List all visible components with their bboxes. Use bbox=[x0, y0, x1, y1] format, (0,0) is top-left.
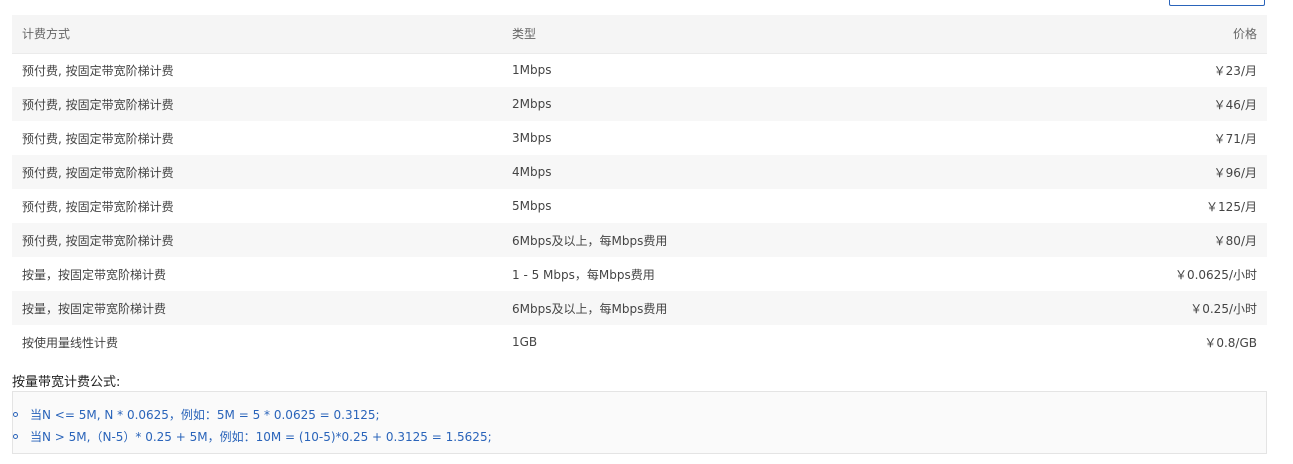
cell-method: 预付费, 按固定带宽阶梯计费 bbox=[22, 97, 174, 112]
cell-price: ￥46/月 bbox=[1213, 97, 1257, 112]
table-header-row: 计费方式 类型 价格 bbox=[12, 15, 1267, 54]
column-header-method: 计费方式 bbox=[12, 15, 502, 54]
table-row: 预付费, 按固定带宽阶梯计费 2Mbps ￥46/月 bbox=[12, 87, 1267, 121]
cell-price: ￥0.0625/小时 bbox=[1174, 267, 1257, 282]
cell-method: 预付费, 按固定带宽阶梯计费 bbox=[22, 131, 174, 146]
cell-type: 3Mbps bbox=[512, 131, 552, 145]
cell-price: ￥23/月 bbox=[1213, 63, 1257, 78]
table-row: 预付费, 按固定带宽阶梯计费 3Mbps ￥71/月 bbox=[12, 121, 1267, 155]
pricing-table: 计费方式 类型 价格 预付费, 按固定带宽阶梯计费 1Mbps ￥23/月 预付… bbox=[12, 15, 1267, 359]
bullet-circle-icon bbox=[13, 433, 18, 439]
cell-method: 按量，按固定带宽阶梯计费 bbox=[22, 267, 167, 282]
formula-title: 按量带宽计费公式: bbox=[12, 375, 121, 390]
cell-type: 6Mbps及以上，每Mbps费用 bbox=[512, 301, 668, 316]
cell-method: 按使用量线性计费 bbox=[22, 335, 119, 350]
column-header-price: 价格 bbox=[1062, 15, 1267, 54]
cell-type: 6Mbps及以上，每Mbps费用 bbox=[512, 233, 668, 248]
bullet-circle-icon bbox=[13, 411, 18, 417]
table-row: 按量，按固定带宽阶梯计费 6Mbps及以上，每Mbps费用 ￥0.25/小时 bbox=[12, 291, 1267, 325]
cell-price: ￥125/月 bbox=[1206, 199, 1257, 214]
table-row: 预付费, 按固定带宽阶梯计费 1Mbps ￥23/月 bbox=[12, 53, 1267, 87]
cell-price: ￥80/月 bbox=[1213, 233, 1257, 248]
formula-text: 当N <= 5M, N * 0.0625，例如：5M = 5 * 0.0625 … bbox=[30, 407, 380, 422]
formula-item: 当N <= 5M, N * 0.0625，例如：5M = 5 * 0.0625 … bbox=[13, 403, 492, 425]
cell-price: ￥0.8/GB bbox=[1204, 335, 1257, 350]
cell-price: ￥71/月 bbox=[1213, 131, 1257, 146]
table-row: 按使用量线性计费 1GB ￥0.8/GB bbox=[12, 325, 1267, 359]
cell-method: 预付费, 按固定带宽阶梯计费 bbox=[22, 63, 174, 78]
cell-method: 预付费, 按固定带宽阶梯计费 bbox=[22, 165, 174, 180]
cell-method: 预付费, 按固定带宽阶梯计费 bbox=[22, 233, 174, 248]
cell-method: 预付费, 按固定带宽阶梯计费 bbox=[22, 199, 174, 214]
cell-type: 1 - 5 Mbps，每Mbps费用 bbox=[512, 267, 655, 282]
table-row: 按量，按固定带宽阶梯计费 1 - 5 Mbps，每Mbps费用 ￥0.0625/… bbox=[12, 257, 1267, 291]
formula-item: 当N > 5M,（N-5）* 0.25 + 5M，例如：10M = (10-5)… bbox=[13, 425, 492, 447]
formula-box: 当N <= 5M, N * 0.0625，例如：5M = 5 * 0.0625 … bbox=[12, 391, 1267, 454]
formula-list: 当N <= 5M, N * 0.0625，例如：5M = 5 * 0.0625 … bbox=[13, 403, 492, 447]
formula-text: 当N > 5M,（N-5）* 0.25 + 5M，例如：10M = (10-5)… bbox=[30, 429, 492, 444]
cell-type: 2Mbps bbox=[512, 97, 552, 111]
table-row: 预付费, 按固定带宽阶梯计费 5Mbps ￥125/月 bbox=[12, 189, 1267, 223]
table-row: 预付费, 按固定带宽阶梯计费 6Mbps及以上，每Mbps费用 ￥80/月 bbox=[12, 223, 1267, 257]
cell-type: 4Mbps bbox=[512, 165, 552, 179]
top-corner-button[interactable] bbox=[1169, 0, 1265, 6]
cell-price: ￥0.25/小时 bbox=[1190, 301, 1257, 316]
table-row: 预付费, 按固定带宽阶梯计费 4Mbps ￥96/月 bbox=[12, 155, 1267, 189]
cell-method: 按量，按固定带宽阶梯计费 bbox=[22, 301, 167, 316]
cell-type: 1GB bbox=[512, 335, 538, 349]
cell-type: 1Mbps bbox=[512, 63, 552, 78]
cell-type: 5Mbps bbox=[512, 199, 552, 213]
column-header-type: 类型 bbox=[502, 15, 1062, 54]
cell-price: ￥96/月 bbox=[1213, 165, 1257, 180]
